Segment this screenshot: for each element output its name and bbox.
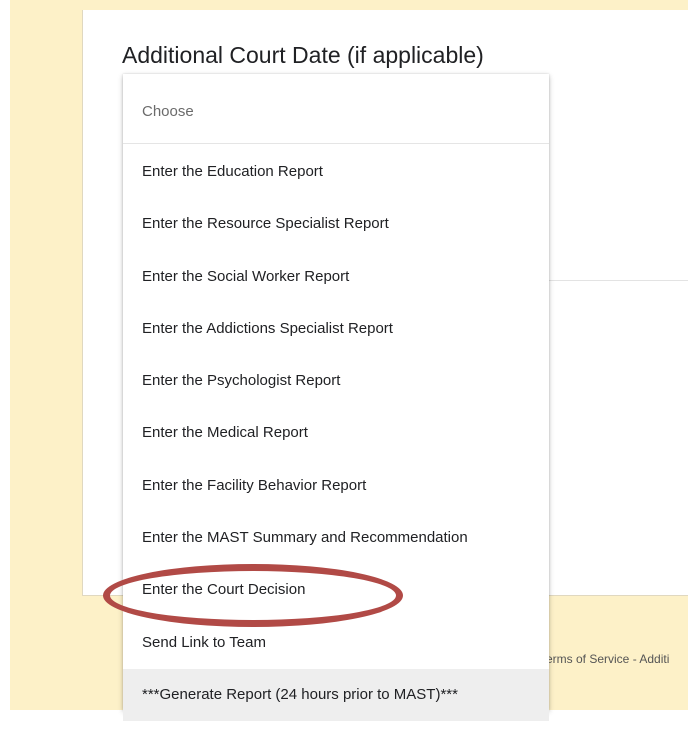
card-divider xyxy=(548,280,688,281)
option-send-link-to-team[interactable]: Send Link to Team xyxy=(123,617,549,669)
dropdown-menu[interactable]: Choose Enter the Education Report Enter … xyxy=(123,74,549,722)
option-mast-summary[interactable]: Enter the MAST Summary and Recommendatio… xyxy=(123,512,549,564)
option-generate-report[interactable]: ***Generate Report (24 hours prior to MA… xyxy=(123,668,549,722)
option-psychologist-report[interactable]: Enter the Psychologist Report xyxy=(123,355,549,407)
footer-terms-link[interactable]: Terms of Service - Additi xyxy=(540,652,688,666)
left-margin-strip xyxy=(0,0,10,740)
option-social-worker-report[interactable]: Enter the Social Worker Report xyxy=(123,251,549,303)
option-addictions-specialist-report[interactable]: Enter the Addictions Specialist Report xyxy=(123,303,549,355)
question-title: Additional Court Date (if applicable) xyxy=(122,42,484,68)
option-facility-behavior-report[interactable]: Enter the Facility Behavior Report xyxy=(123,460,549,512)
option-education-report[interactable]: Enter the Education Report xyxy=(123,146,549,198)
dropdown-placeholder-option[interactable]: Choose xyxy=(123,74,549,144)
option-medical-report[interactable]: Enter the Medical Report xyxy=(123,407,549,459)
option-court-decision[interactable]: Enter the Court Decision xyxy=(123,564,549,616)
option-resource-specialist-report[interactable]: Enter the Resource Specialist Report xyxy=(123,198,549,250)
